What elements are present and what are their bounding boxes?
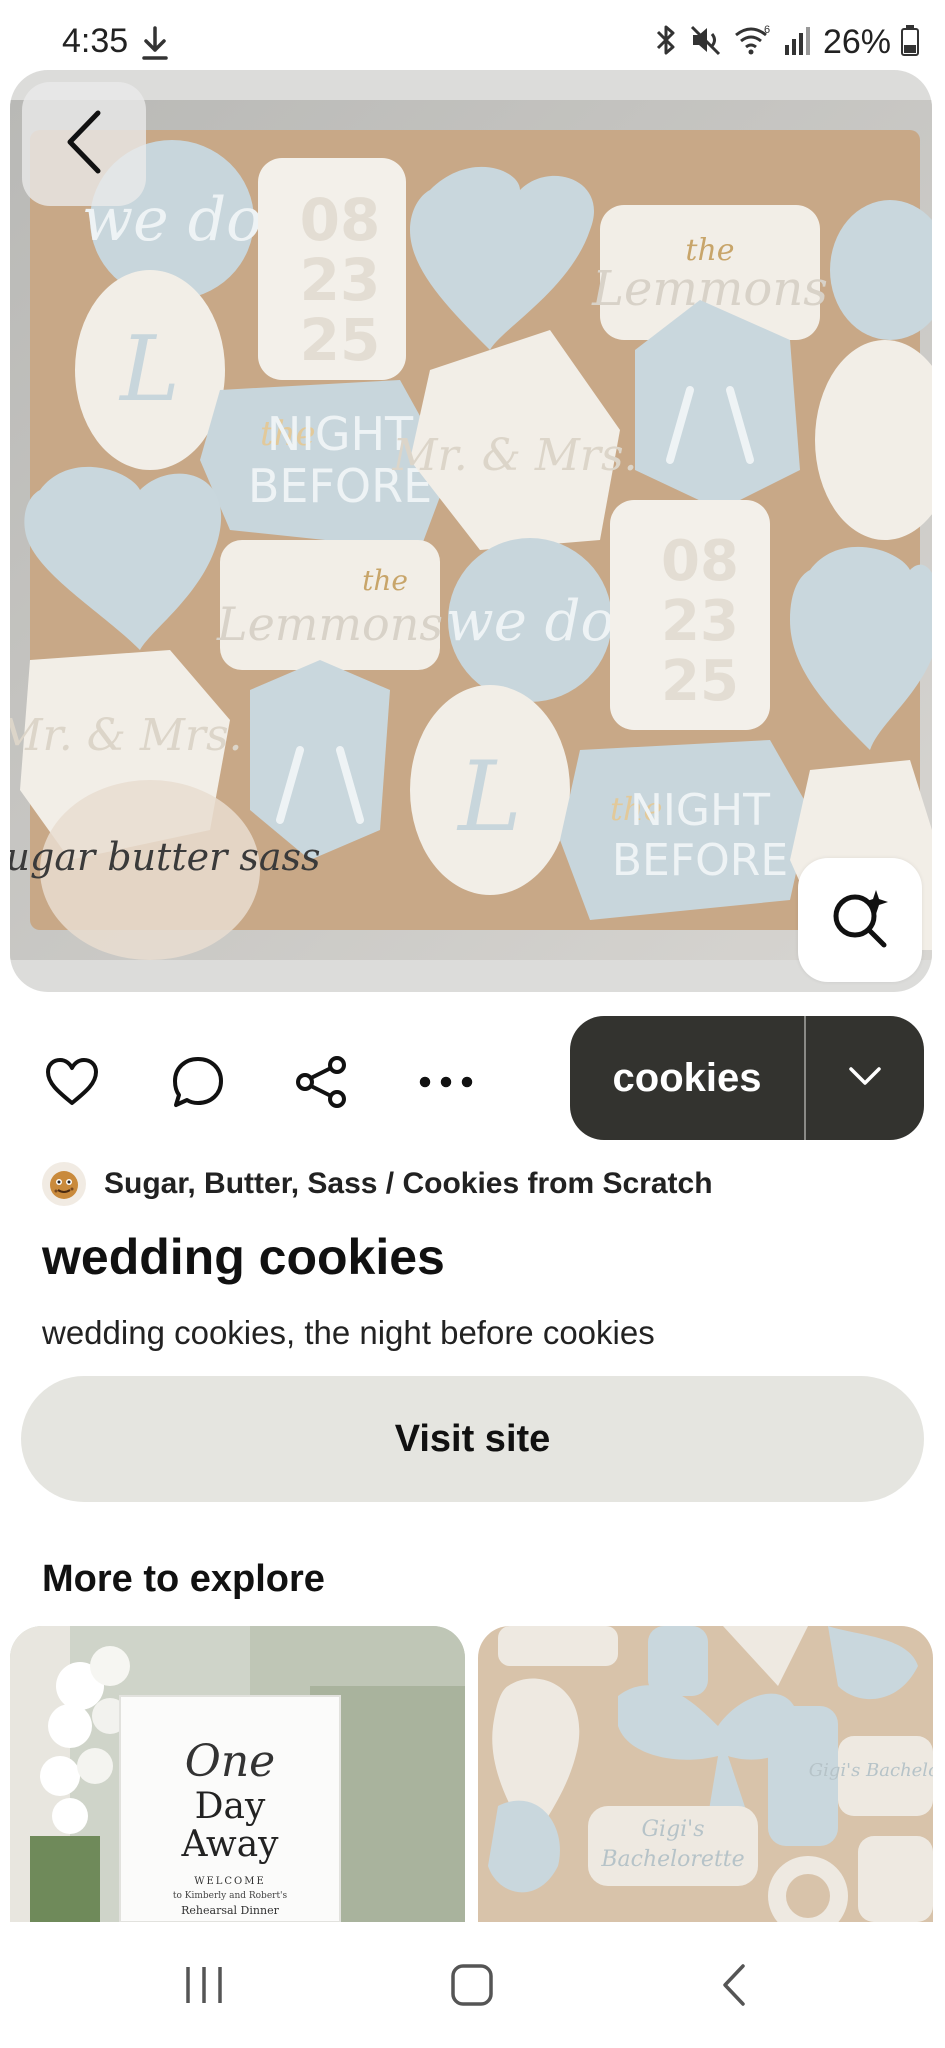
cookie-date-4: 08 (661, 529, 739, 594)
cookie-mr-mrs-2: Mr. & Mrs. (10, 710, 243, 761)
system-nav-bar (0, 1922, 945, 2048)
mute-icon (689, 23, 723, 62)
pin-title: wedding cookies (42, 1229, 445, 1285)
visual-search-icon (828, 886, 892, 955)
explore-pin-2[interactable]: Gigi's Bachelorette Gigi's Bachelorette (478, 1626, 933, 1922)
avatar[interactable] (42, 1162, 86, 1206)
svg-text:6: 6 (764, 24, 770, 36)
creator-row[interactable]: Sugar, Butter, Sass / Cookies from Scrat… (42, 1162, 713, 1206)
sign-line-2: Day (195, 1786, 266, 1827)
save-to-board-pill: cookies (570, 1016, 924, 1140)
explore-pin-1[interactable]: One Day Away WELCOME to Kimberly and Rob… (10, 1626, 465, 1922)
cookie-date-3: 25 (300, 306, 381, 374)
sign-small-1: WELCOME (194, 1876, 266, 1887)
battery-icon (901, 23, 919, 62)
cookie-before-2: BEFORE (612, 835, 788, 886)
pin-image[interactable]: we do 08 23 25 the Lemmons L the NIGHT B… (10, 70, 932, 992)
recent-apps-button[interactable] (164, 1952, 244, 2022)
home-button[interactable] (432, 1952, 512, 2022)
watermark-logo: Sugar butter sass (10, 835, 320, 879)
cookie-date-5: 23 (661, 589, 739, 654)
cookie-we-do-2: we do (446, 589, 614, 654)
bluetooth-icon (653, 23, 679, 62)
system-back-button[interactable] (694, 1952, 774, 2022)
share-icon[interactable] (294, 1054, 350, 1110)
cookie-date-6: 25 (661, 649, 739, 714)
battery-percent: 26% (822, 22, 891, 61)
back-arrow-icon (719, 1962, 749, 2013)
visual-search-button[interactable] (798, 858, 922, 982)
board-dropdown-button[interactable] (806, 1016, 924, 1140)
sign-small-2: to Kimberly and Robert's (173, 1891, 288, 1901)
chevron-down-icon (848, 1066, 882, 1091)
cookie-date-2: 23 (300, 246, 381, 314)
cookie-initial-1: L (118, 317, 180, 422)
sign-line-3: Away (181, 1824, 280, 1865)
cookie-initial-2: L (456, 741, 522, 853)
download-icon (140, 24, 170, 62)
cookie-gigi-1: Gigi's (641, 1817, 704, 1842)
home-icon (449, 1962, 495, 2013)
cookie-lemmons-2: Lemmons (216, 597, 443, 651)
cookie-lemmons-small-2: the (362, 564, 408, 597)
more-icon[interactable] (418, 1054, 474, 1110)
pin-action-row: cookies (0, 1016, 945, 1140)
sign-small-3: Rehearsal Dinner (181, 1904, 279, 1917)
pin-description: wedding cookies, the night before cookie… (42, 1314, 655, 1351)
visit-site-button[interactable]: Visit site (21, 1376, 924, 1502)
cookie-gigi-3: Gigi's Bachelorette (809, 1760, 933, 1781)
heart-icon[interactable] (44, 1054, 100, 1110)
cookie-date-1: 08 (300, 186, 381, 254)
back-button[interactable] (22, 82, 146, 206)
more-to-explore-heading: More to explore (42, 1558, 325, 1600)
status-time: 4:35 (62, 22, 129, 60)
sign-line-1: One (185, 1736, 275, 1787)
signal-icon (783, 23, 813, 62)
chevron-left-icon (62, 107, 106, 182)
comment-icon[interactable] (170, 1054, 226, 1110)
board-select-button[interactable]: cookies (570, 1016, 806, 1140)
cookie-gigi-2: Bachelorette (600, 1847, 744, 1872)
cookie-night-2: NIGHT (630, 785, 770, 836)
status-icons: 6 26% (653, 20, 919, 64)
cookie-mr-mrs-1: Mr. & Mrs. (391, 430, 637, 481)
creator-name[interactable]: Sugar, Butter, Sass / Cookies from Scrat… (104, 1167, 713, 1201)
wifi-icon: 6 (733, 23, 773, 62)
recent-apps-icon (182, 1963, 226, 2012)
